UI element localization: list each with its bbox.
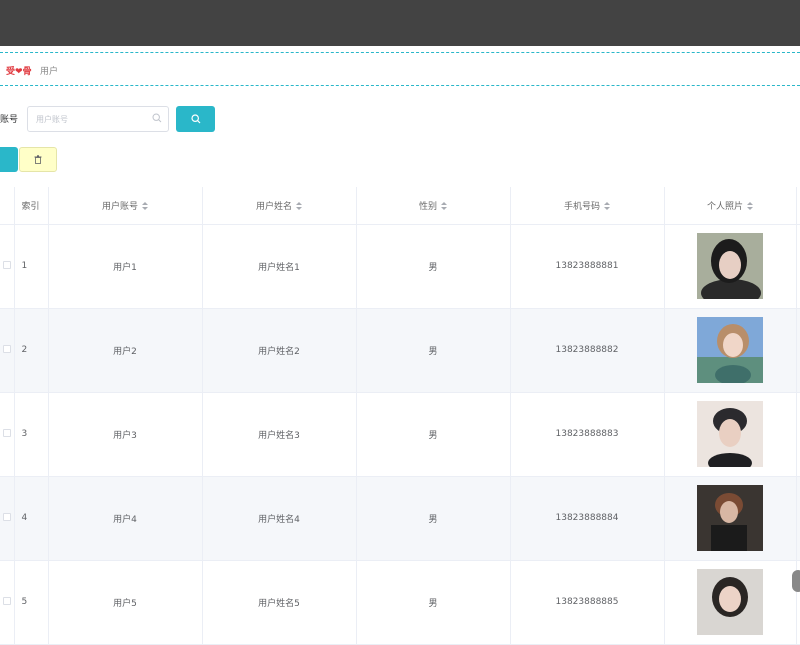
- table-row[interactable]: 4 用户4 用户姓名4 男 13823888884: [0, 476, 800, 561]
- row-name: 用户姓名3: [202, 392, 357, 477]
- table-row[interactable]: 3 用户3 用户姓名3 男 13823888883: [0, 392, 800, 477]
- row-gender: 男: [356, 476, 511, 561]
- user-photo[interactable]: [697, 317, 763, 383]
- row-spacer: [796, 224, 800, 309]
- row-gender: 男: [356, 224, 511, 309]
- header-photo[interactable]: 个人照片: [664, 187, 797, 225]
- search-icon: [191, 114, 201, 124]
- row-index: 3: [14, 392, 49, 477]
- row-name: 用户姓名4: [202, 476, 357, 561]
- row-select-cell[interactable]: [0, 224, 15, 309]
- breadcrumb-home-text-end: 骨: [22, 67, 32, 77]
- search-button[interactable]: [176, 106, 215, 132]
- trash-icon: [34, 155, 42, 164]
- user-photo[interactable]: [697, 401, 763, 467]
- row-checkbox[interactable]: [2, 596, 11, 605]
- header-select[interactable]: [0, 187, 15, 225]
- row-select-cell[interactable]: [0, 308, 15, 393]
- row-spacer: [796, 476, 800, 561]
- row-index: 5: [14, 560, 49, 645]
- breadcrumb-current: 用户: [40, 67, 59, 77]
- user-photo[interactable]: [697, 485, 763, 551]
- row-select-cell[interactable]: [0, 476, 15, 561]
- row-name: 用户姓名2: [202, 308, 357, 393]
- table-row[interactable]: 1 用户1 用户姓名1 男 13823888881: [0, 224, 800, 309]
- user-table: 索引 用户账号 用户姓名 性别 手机号码 个人照片 1 用户1 用户姓名1 男 …: [0, 187, 800, 645]
- row-account: 用户4: [48, 476, 203, 561]
- row-index: 1: [14, 224, 49, 309]
- row-account: 用户3: [48, 392, 203, 477]
- row-photo-cell: [664, 308, 797, 393]
- row-checkbox[interactable]: [2, 344, 11, 353]
- row-name: 用户姓名1: [202, 224, 357, 309]
- heart-icon: ❤: [15, 67, 23, 77]
- row-phone: 13823888884: [510, 476, 665, 561]
- header-photo-label: 个人照片: [706, 201, 743, 212]
- row-spacer: [796, 392, 800, 477]
- row-phone: 13823888881: [510, 224, 665, 309]
- row-photo-cell: [664, 560, 797, 645]
- row-spacer: [796, 308, 800, 393]
- sort-icon[interactable]: [441, 202, 447, 211]
- header-gender[interactable]: 性别: [356, 187, 511, 225]
- table-row[interactable]: 2 用户2 用户姓名2 男 13823888882: [0, 308, 800, 393]
- search-label: 账号: [0, 115, 19, 125]
- row-name: 用户姓名5: [202, 560, 357, 645]
- breadcrumb: 受❤骨 用户: [0, 52, 800, 86]
- row-gender: 男: [356, 560, 511, 645]
- row-phone: 13823888885: [510, 560, 665, 645]
- top-bar: [0, 0, 800, 46]
- row-photo-cell: [664, 224, 797, 309]
- row-gender: 男: [356, 308, 511, 393]
- header-account[interactable]: 用户账号: [48, 187, 203, 225]
- breadcrumb-home-link[interactable]: 受❤骨: [6, 64, 32, 77]
- user-photo[interactable]: [697, 233, 763, 299]
- header-account-label: 用户账号: [101, 201, 138, 212]
- scrollbar-thumb[interactable]: [792, 570, 800, 592]
- sort-icon[interactable]: [604, 202, 610, 211]
- add-button[interactable]: [0, 147, 18, 172]
- row-checkbox[interactable]: [2, 428, 11, 437]
- row-select-cell[interactable]: [0, 560, 15, 645]
- table-header-row: 索引 用户账号 用户姓名 性别 手机号码 个人照片: [0, 187, 800, 225]
- row-account: 用户5: [48, 560, 203, 645]
- sort-icon[interactable]: [142, 202, 148, 211]
- header-phone[interactable]: 手机号码: [510, 187, 665, 225]
- header-index: 索引: [14, 187, 49, 225]
- row-photo-cell: [664, 392, 797, 477]
- row-index: 4: [14, 476, 49, 561]
- search-field[interactable]: [27, 106, 169, 132]
- table-row[interactable]: 5 用户5 用户姓名5 男 13823888885: [0, 560, 800, 645]
- sort-icon[interactable]: [747, 202, 753, 211]
- row-checkbox[interactable]: [2, 260, 11, 269]
- row-account: 用户2: [48, 308, 203, 393]
- header-name[interactable]: 用户姓名: [202, 187, 357, 225]
- row-gender: 男: [356, 392, 511, 477]
- row-photo-cell: [664, 476, 797, 561]
- sort-icon[interactable]: [296, 202, 302, 211]
- row-select-cell[interactable]: [0, 392, 15, 477]
- row-phone: 13823888883: [510, 392, 665, 477]
- header-spacer: [796, 187, 800, 225]
- row-account: 用户1: [48, 224, 203, 309]
- breadcrumb-home-text-start: 受: [6, 67, 16, 77]
- row-index: 2: [14, 308, 49, 393]
- search-icon: [152, 113, 162, 123]
- row-phone: 13823888882: [510, 308, 665, 393]
- header-name-label: 用户姓名: [255, 201, 292, 212]
- header-gender-label: 性别: [418, 201, 437, 212]
- user-photo[interactable]: [697, 569, 763, 635]
- row-checkbox[interactable]: [2, 512, 11, 521]
- account-search-input[interactable]: [36, 112, 146, 126]
- header-phone-label: 手机号码: [563, 201, 600, 212]
- delete-button[interactable]: [19, 147, 57, 172]
